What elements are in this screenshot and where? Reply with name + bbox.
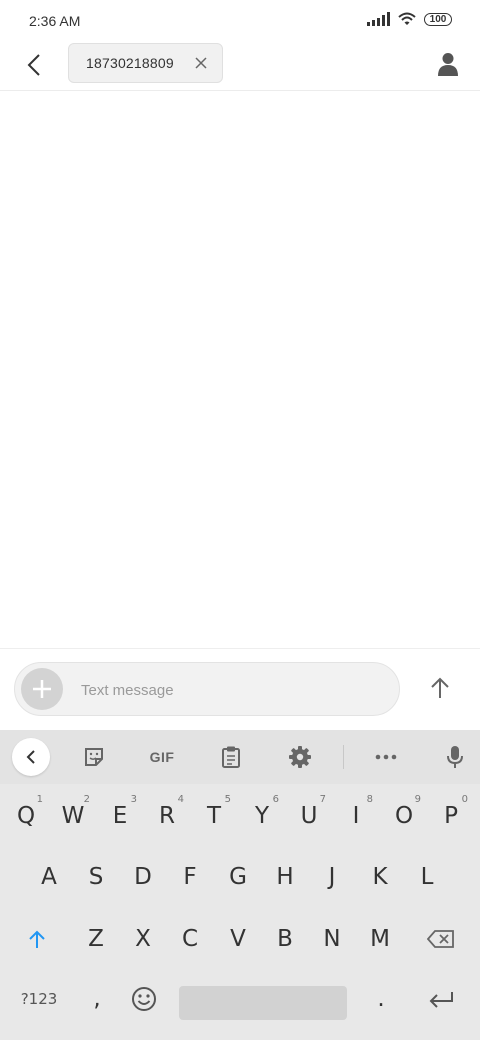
- sticker-icon: [85, 748, 103, 766]
- key-s[interactable]: S: [73, 851, 119, 903]
- key-t[interactable]: 5T: [191, 790, 237, 842]
- shift-arrow-icon: [29, 930, 45, 948]
- comma-key[interactable]: ,: [74, 973, 120, 1025]
- key-x[interactable]: X: [120, 913, 166, 965]
- key-l[interactable]: L: [404, 851, 450, 903]
- microphone-icon: [447, 746, 463, 768]
- key-y[interactable]: 6Y: [239, 790, 285, 842]
- gif-button[interactable]: GIF: [140, 739, 184, 775]
- key-f[interactable]: F: [167, 851, 213, 903]
- key-q[interactable]: 1Q: [3, 790, 49, 842]
- chevron-left-icon: [26, 750, 35, 764]
- collapse-toolbar-button[interactable]: [12, 738, 50, 776]
- key-c[interactable]: C: [167, 913, 213, 965]
- recipient-number: 18730218809: [86, 55, 174, 71]
- plus-icon: [33, 680, 51, 698]
- key-w[interactable]: 2W: [50, 790, 96, 842]
- more-options-button[interactable]: [367, 739, 405, 775]
- back-button[interactable]: [18, 50, 50, 80]
- key-m[interactable]: M: [357, 913, 403, 965]
- keyboard-toolbar: GIF: [0, 730, 480, 784]
- gif-label: GIF: [149, 749, 175, 765]
- recipient-chip[interactable]: 18730218809: [68, 43, 223, 83]
- backspace-icon: [427, 930, 454, 948]
- settings-button[interactable]: [281, 739, 319, 775]
- key-g[interactable]: G: [215, 851, 261, 903]
- key-e[interactable]: 3E: [97, 790, 143, 842]
- enter-key[interactable]: [418, 973, 464, 1025]
- key-n[interactable]: N: [309, 913, 355, 965]
- clipboard-icon: [222, 746, 240, 768]
- signal-icon: [367, 12, 390, 26]
- key-d[interactable]: D: [120, 851, 166, 903]
- close-icon: [195, 57, 207, 69]
- clipboard-button[interactable]: [212, 739, 250, 775]
- conversation-area: [0, 91, 480, 648]
- message-input[interactable]: [79, 671, 383, 709]
- symbols-key[interactable]: ?123: [12, 973, 66, 1025]
- period-key[interactable]: .: [358, 973, 404, 1025]
- gear-icon: [289, 746, 311, 768]
- person-icon: [438, 53, 458, 76]
- compose-bar: [14, 662, 400, 716]
- arrow-up-icon: [431, 677, 449, 698]
- contact-button[interactable]: [430, 48, 466, 80]
- status-icons: 100: [367, 12, 452, 26]
- emoji-key[interactable]: [121, 973, 167, 1025]
- enter-icon: [429, 992, 453, 1008]
- key-h[interactable]: H: [262, 851, 308, 903]
- key-a[interactable]: A: [26, 851, 72, 903]
- back-arrow-icon: [27, 54, 40, 76]
- conversation-header: 18730218809: [0, 40, 480, 91]
- voice-input-button[interactable]: [436, 739, 474, 775]
- key-k[interactable]: K: [357, 851, 403, 903]
- key-z[interactable]: Z: [73, 913, 119, 965]
- key-b[interactable]: B: [262, 913, 308, 965]
- key-j[interactable]: J: [309, 851, 355, 903]
- emoji-icon: [132, 987, 156, 1011]
- key-o[interactable]: 9O: [381, 790, 427, 842]
- toolbar-divider: [343, 745, 344, 769]
- backspace-key[interactable]: [418, 913, 464, 965]
- keyboard: GIF 1 Q 2 W 3 E 4 R 5 T 6 Y 7 U 8 I 9 O …: [0, 730, 480, 1040]
- shift-key[interactable]: [14, 913, 60, 965]
- remove-recipient-button[interactable]: [192, 54, 210, 72]
- more-horizontal-icon: [375, 754, 397, 760]
- key-u[interactable]: 7U: [286, 790, 332, 842]
- key-p[interactable]: 0P: [428, 790, 474, 842]
- send-button[interactable]: [420, 668, 460, 708]
- key-v[interactable]: V: [215, 913, 261, 965]
- battery-icon: 100: [424, 12, 452, 26]
- compose-divider: [0, 648, 480, 649]
- status-time: 2:36 AM: [29, 13, 81, 29]
- wifi-icon: [398, 12, 416, 25]
- status-bar: 2:36 AM 100: [0, 0, 480, 40]
- sticker-button[interactable]: [75, 739, 113, 775]
- space-bar[interactable]: [179, 986, 347, 1020]
- key-i[interactable]: 8I: [333, 790, 379, 842]
- key-r[interactable]: 4R: [144, 790, 190, 842]
- add-attachment-button[interactable]: [21, 668, 63, 710]
